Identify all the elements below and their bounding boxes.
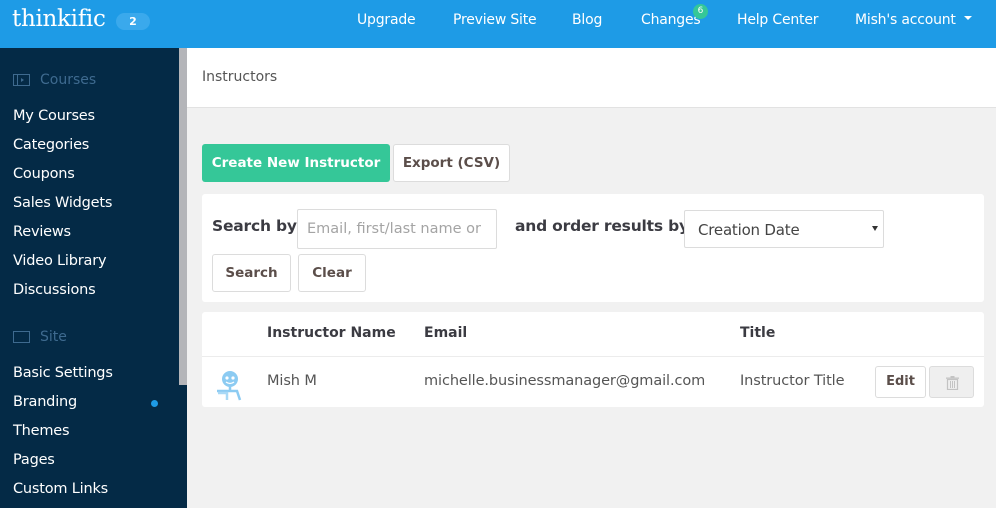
sidebar-item-categories[interactable]: Categories: [13, 137, 89, 153]
browser-window-icon: [13, 331, 30, 343]
order-by-selected-value: Creation Date: [698, 221, 800, 239]
sidebar-item-reviews[interactable]: Reviews: [13, 224, 71, 240]
account-menu-label: Mish's account: [855, 12, 956, 28]
clear-button[interactable]: Clear: [298, 254, 366, 292]
thinkific-logo[interactable]: thinkific: [12, 6, 106, 32]
nav-blog[interactable]: Blog: [572, 12, 602, 28]
page-header: Instructors: [187, 48, 996, 108]
order-by-select[interactable]: Creation Date: [684, 210, 884, 248]
sidebar-section-courses: Courses: [13, 72, 96, 88]
edit-button[interactable]: Edit: [875, 366, 926, 398]
order-by-label: and order results by: [515, 217, 689, 235]
sidebar-item-discussions[interactable]: Discussions: [13, 282, 96, 298]
new-indicator-dot: [151, 400, 158, 407]
sidebar-item-themes[interactable]: Themes: [13, 423, 70, 439]
sidebar-item-custom-links[interactable]: Custom Links: [13, 481, 108, 497]
sidebar-section-title: Site: [40, 329, 67, 345]
trash-icon: [946, 376, 959, 390]
sidebar-item-pages[interactable]: Pages: [13, 452, 55, 468]
sidebar-item-sales-widgets[interactable]: Sales Widgets: [13, 195, 112, 211]
instructor-name: Mish M: [267, 373, 317, 389]
notification-count-badge[interactable]: 2: [116, 13, 150, 30]
nav-help-center[interactable]: Help Center: [737, 12, 818, 28]
chevron-down-icon: [963, 16, 972, 20]
create-new-instructor-button[interactable]: Create New Instructor: [202, 144, 390, 182]
nav-upgrade[interactable]: Upgrade: [357, 12, 416, 28]
sidebar-item-basic-settings[interactable]: Basic Settings: [13, 365, 113, 381]
sidebar-scrollbar-thumb[interactable]: [179, 48, 187, 385]
sidebar-item-branding[interactable]: Branding: [13, 394, 77, 410]
nav-preview-site[interactable]: Preview Site: [453, 12, 537, 28]
sidebar-section-site: Site: [13, 329, 67, 345]
changes-count-badge: 6: [693, 4, 708, 19]
instructor-title: Instructor Title: [740, 373, 845, 389]
caret-down-icon: [872, 226, 878, 231]
video-icon: [13, 74, 30, 86]
instructor-avatar-icon: [217, 371, 242, 401]
column-header-instructor-name: Instructor Name: [267, 325, 396, 341]
column-header-email: Email: [424, 325, 468, 341]
account-menu[interactable]: Mish's account: [855, 12, 972, 28]
export-csv-button[interactable]: Export (CSV): [393, 144, 510, 182]
sidebar-item-coupons[interactable]: Coupons: [13, 166, 75, 182]
search-by-label: Search by: [212, 217, 297, 235]
search-button[interactable]: Search: [212, 254, 291, 292]
sidebar-item-video-library[interactable]: Video Library: [13, 253, 107, 269]
sidebar-section-title: Courses: [40, 72, 97, 88]
instructor-email: michelle.businessmanager@gmail.com: [424, 373, 706, 389]
search-input[interactable]: [297, 209, 497, 249]
page-title: Instructors: [202, 69, 278, 85]
table-divider: [202, 356, 984, 357]
delete-button[interactable]: [929, 366, 974, 398]
nav-changes[interactable]: Changes: [641, 12, 701, 28]
column-header-title: Title: [740, 325, 776, 341]
top-navbar: thinkific 2 Upgrade Preview Site Blog Ch…: [0, 0, 996, 48]
sidebar-item-my-courses[interactable]: My Courses: [13, 108, 95, 124]
